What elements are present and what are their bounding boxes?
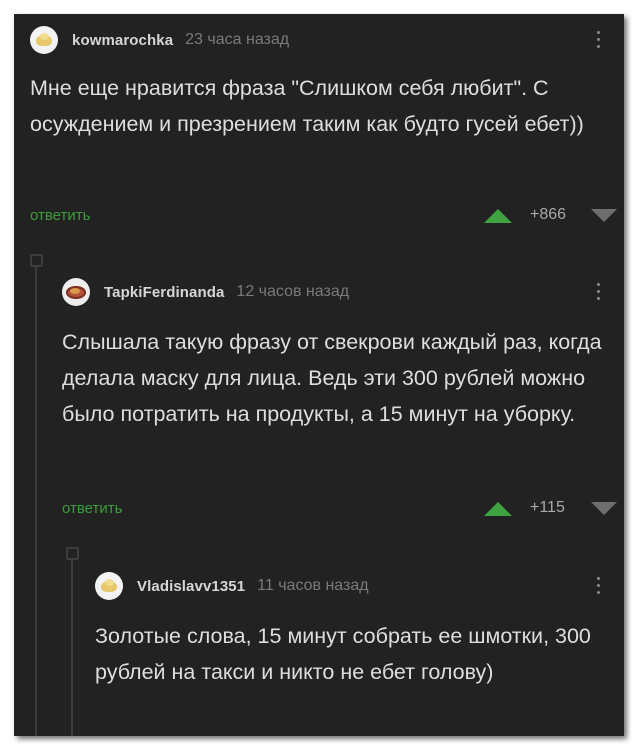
comment-vladislavv1351: Vladislavv1351 11 часов назад Золотые сл… xyxy=(14,14,624,736)
username[interactable]: Vladislavv1351 xyxy=(137,578,245,595)
comment-header: Vladislavv1351 11 часов назад xyxy=(95,571,369,601)
comment-text: Золотые слова, 15 минут собрать ее шмотк… xyxy=(95,624,591,684)
comment-thread: kowmarochka 23 часа назад Мне еще нравит… xyxy=(14,14,624,736)
timestamp: 11 часов назад xyxy=(257,577,369,594)
more-menu-icon[interactable] xyxy=(596,577,600,594)
avatar[interactable] xyxy=(95,572,123,600)
